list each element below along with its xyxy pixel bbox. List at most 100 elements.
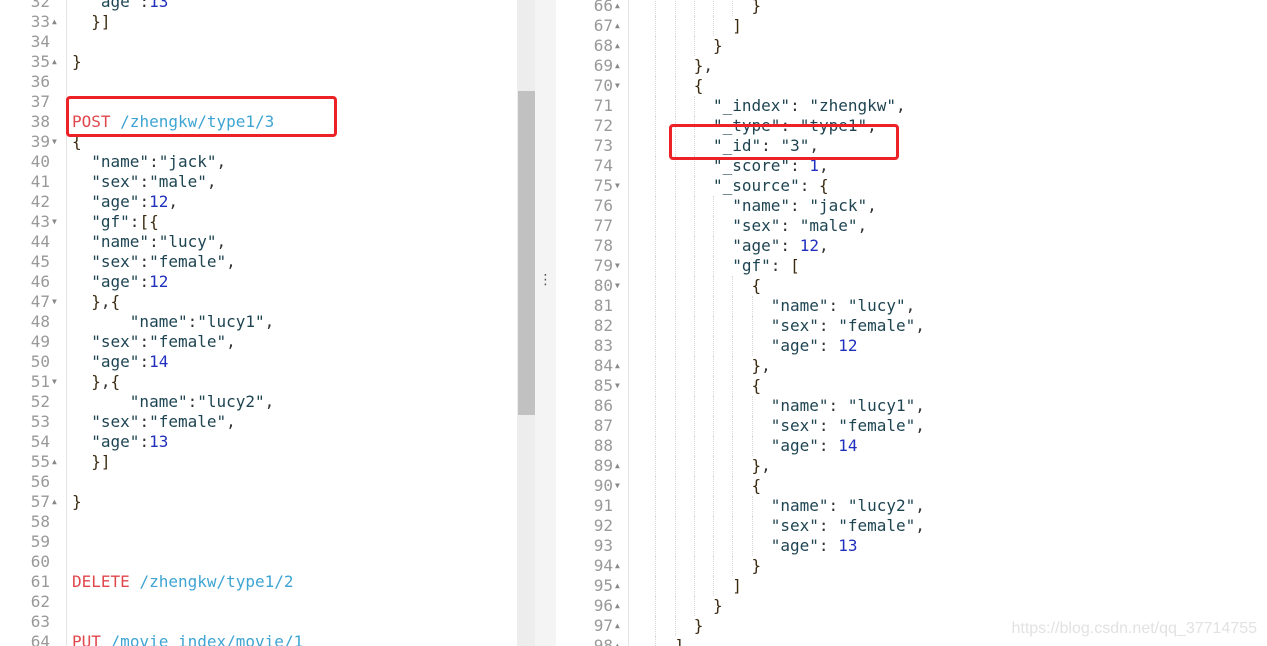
indent-guide (732, 476, 751, 496)
code-line: 95 ▲] (556, 576, 1267, 596)
fold-up-icon[interactable]: ▲ (615, 16, 620, 36)
indent-guide (732, 436, 751, 456)
indent-guide (693, 236, 713, 256)
indent-guide (655, 596, 674, 616)
fold-down-icon[interactable]: ▼ (52, 372, 57, 392)
indent-guide (693, 496, 713, 516)
highlight-box-request (66, 96, 337, 137)
line-number: 78 (593, 236, 613, 255)
fold-up-icon[interactable]: ▲ (52, 12, 57, 32)
fold-down-icon[interactable]: ▼ (615, 476, 620, 496)
line-number: 69 (593, 56, 613, 75)
fold-up-icon[interactable]: ▲ (615, 456, 620, 476)
indent-guide (636, 376, 655, 396)
fold-down-icon[interactable]: ▼ (615, 76, 620, 96)
fold-down-icon[interactable]: ▼ (615, 176, 620, 196)
fold-down-icon[interactable]: ▼ (52, 212, 57, 232)
fold-down-icon[interactable]: ▼ (615, 376, 620, 396)
fold-down-icon[interactable]: ▼ (52, 132, 57, 152)
code-text: "age":14 (91, 352, 169, 371)
code-text: "name": "lucy", (636, 296, 915, 316)
code-line: 83 "age": 12 (556, 336, 1267, 356)
code-line: 50 "age":14 (0, 352, 517, 372)
fold-up-icon[interactable]: ▲ (615, 636, 620, 646)
fold-up-icon[interactable]: ▲ (615, 56, 620, 76)
code-line: 51 ▼ },{ (0, 372, 517, 392)
indent-guide (655, 276, 674, 296)
code-line: 77 "sex": "male", (556, 216, 1267, 236)
indent-guide (713, 196, 732, 216)
code-line: 71 "_index": "zhengkw", (556, 96, 1267, 116)
resizer-grip-icon[interactable]: ⋮ (535, 272, 556, 288)
indent-guide (655, 376, 674, 396)
indent-guide (713, 476, 732, 496)
code-text: "age": 13 (636, 536, 857, 556)
fold-up-icon[interactable]: ▲ (52, 52, 57, 72)
code-line: 73 "_id": "3", (556, 136, 1267, 156)
code-line: 62 (0, 592, 517, 612)
code-text: }] (91, 452, 111, 471)
code-line: 32 "age":13 (0, 0, 517, 12)
fold-down-icon[interactable]: ▼ (52, 292, 57, 312)
code-line: 80 ▼ { (556, 276, 1267, 296)
indent-guide (636, 396, 655, 416)
indent-guide (636, 456, 655, 476)
code-line: 63 (0, 612, 517, 632)
fold-up-icon[interactable]: ▲ (615, 356, 620, 376)
line-number: 63 (30, 612, 50, 631)
indent-guide (674, 416, 694, 436)
line-number: 85 (593, 376, 613, 395)
indent-guide (674, 336, 694, 356)
response-editor[interactable]: 66 ▲} 67 ▲] 68 ▲} 69 ▲}, 70 ▼{71 "_index": "zhengk… (556, 0, 1267, 646)
code-text: "sex": "female", (636, 516, 925, 536)
code-line: 76 "name": "jack", (556, 196, 1267, 216)
code-text: },{ (91, 292, 121, 311)
code-text: "sex":"female", (91, 332, 236, 351)
fold-down-icon[interactable]: ▼ (615, 276, 620, 296)
fold-up-icon[interactable]: ▲ (52, 452, 57, 472)
indent-guide (636, 416, 655, 436)
fold-up-icon[interactable]: ▲ (615, 36, 620, 56)
fold-up-icon[interactable]: ▲ (615, 0, 620, 16)
request-editor-scrollbar[interactable] (517, 0, 535, 646)
code-text: "age":13 (91, 432, 169, 451)
indent-guide (674, 236, 694, 256)
code-line: 88 "age": 14 (556, 436, 1267, 456)
indent-guide (674, 536, 694, 556)
indent-guide (655, 36, 674, 56)
fold-up-icon[interactable]: ▲ (615, 576, 620, 596)
indent-guide (693, 516, 713, 536)
indent-guide (655, 356, 674, 376)
fold-down-icon[interactable]: ▼ (615, 256, 620, 276)
indent-guide (751, 316, 771, 336)
indent-guide (732, 496, 751, 516)
line-number: 98 (593, 636, 613, 646)
code-line: 70 ▼ { (556, 76, 1267, 96)
scrollbar-thumb[interactable] (518, 91, 535, 415)
code-text: } (636, 0, 761, 16)
indent-guide (655, 416, 674, 436)
line-number: 34 (30, 32, 50, 51)
indent-guide (693, 216, 713, 236)
code-line: 94 ▲} (556, 556, 1267, 576)
code-text: ] (636, 636, 684, 646)
pane-resizer[interactable]: ⋮ (535, 0, 556, 646)
line-number: 68 (593, 36, 613, 55)
fold-up-icon[interactable]: ▲ (52, 492, 57, 512)
fold-up-icon[interactable]: ▲ (615, 616, 620, 636)
line-number: 51 (30, 372, 50, 391)
indent-guide (732, 456, 751, 476)
line-number: 58 (30, 512, 50, 531)
line-number: 54 (30, 432, 50, 451)
code-line: 46 "age":12 (0, 272, 517, 292)
line-number: 79 (593, 256, 613, 275)
fold-up-icon[interactable]: ▲ (615, 596, 620, 616)
indent-guide (674, 576, 694, 596)
indent-guide (674, 376, 694, 396)
line-number: 87 (593, 416, 613, 435)
indent-guide (732, 416, 751, 436)
code-line: 72 "_type": "type1", (556, 116, 1267, 136)
line-number: 48 (30, 312, 50, 331)
fold-up-icon[interactable]: ▲ (615, 556, 620, 576)
code-line: 67 ▲] (556, 16, 1267, 36)
